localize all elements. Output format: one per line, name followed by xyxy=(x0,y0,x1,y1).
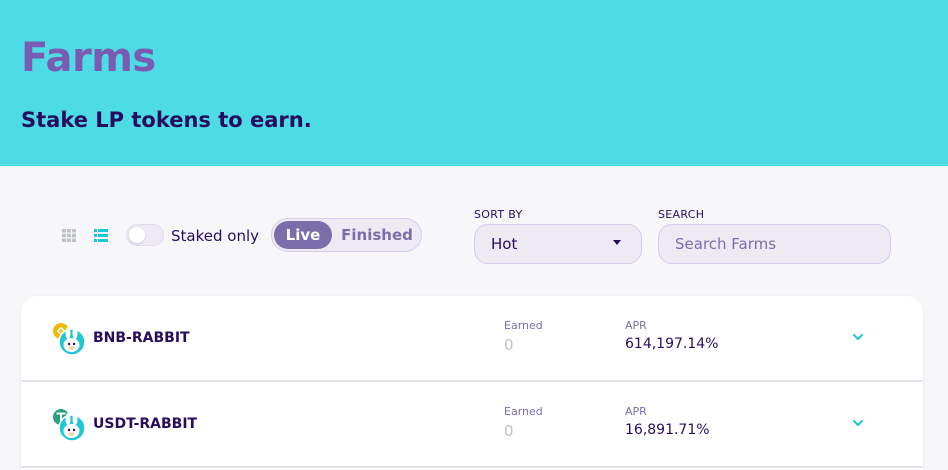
tab-finished[interactable]: Finished xyxy=(334,221,420,249)
page-subtitle: Stake LP tokens to earn. xyxy=(21,108,312,132)
token-pair-icon xyxy=(53,409,86,442)
earned-label: Earned xyxy=(504,319,543,332)
earned-value: 0 xyxy=(504,422,514,440)
page-header: Farms Stake LP tokens to earn. xyxy=(0,0,948,166)
staked-only-toggle[interactable] xyxy=(126,224,164,246)
earned-label: Earned xyxy=(504,405,543,418)
toggle-knob xyxy=(129,227,145,243)
apr-value: 16,891.71% xyxy=(625,422,710,438)
farm-name: BNB-RABBIT xyxy=(93,330,190,346)
staked-only-label: Staked only xyxy=(171,227,259,245)
sort-by-label: SORT BY xyxy=(474,208,523,221)
tab-live[interactable]: Live xyxy=(274,221,332,249)
apr-label: APR xyxy=(625,319,647,332)
search-label: SEARCH xyxy=(658,208,705,221)
live-finished-switch: Live Finished xyxy=(271,218,422,252)
farm-name: USDT-RABBIT xyxy=(93,416,198,432)
search-input[interactable] xyxy=(658,224,891,264)
sort-value: Hot xyxy=(491,235,518,253)
chevron-down-icon[interactable] xyxy=(851,418,865,428)
apr-value: 614,197.14% xyxy=(625,336,719,352)
chevron-down-icon[interactable] xyxy=(851,332,865,342)
token-pair-icon xyxy=(53,323,86,356)
apr-label: APR xyxy=(625,405,647,418)
caret-down-icon xyxy=(613,240,621,245)
farms-table: BNB-RABBIT Earned 0 APR 614,197.14% USDT… xyxy=(21,296,923,470)
page-title: Farms xyxy=(21,35,156,81)
grid-view-icon[interactable] xyxy=(62,229,76,242)
sort-select[interactable]: Hot xyxy=(474,224,642,264)
table-row[interactable]: BNB-RABBIT Earned 0 APR 614,197.14% xyxy=(21,296,923,382)
list-view-icon[interactable] xyxy=(94,229,108,242)
earned-value: 0 xyxy=(504,336,514,354)
table-row[interactable]: USDT-RABBIT Earned 0 APR 16,891.71% xyxy=(21,382,923,468)
